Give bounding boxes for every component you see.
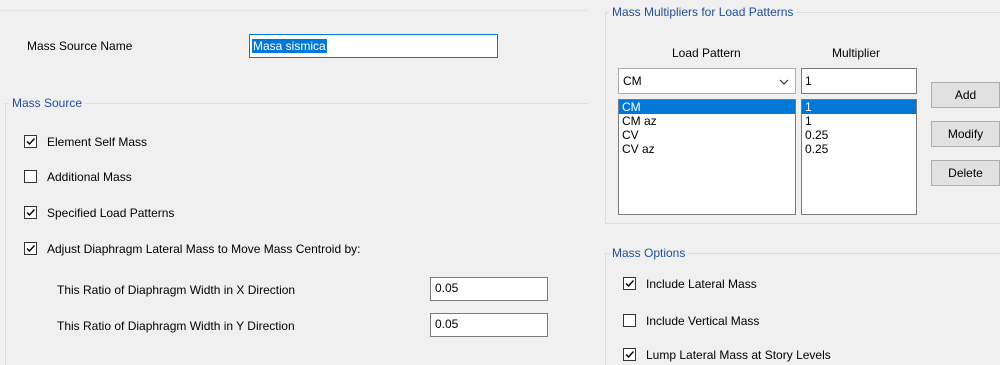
list-item[interactable]: 0.25 bbox=[802, 142, 916, 156]
modify-button[interactable]: Modify bbox=[931, 121, 1000, 147]
mass-multipliers-group-title: Mass Multipliers for Load Patterns bbox=[609, 5, 797, 19]
include-vertical-mass-checkbox[interactable] bbox=[623, 314, 636, 327]
ratio-x-label: This Ratio of Diaphragm Width in X Direc… bbox=[57, 283, 296, 297]
element-self-mass-checkbox[interactable] bbox=[24, 135, 37, 148]
list-item[interactable]: CV bbox=[619, 128, 795, 142]
delete-button[interactable]: Delete bbox=[931, 160, 1000, 186]
mass-source-name-label: Mass Source Name bbox=[27, 39, 133, 53]
checkmark-icon bbox=[26, 209, 36, 217]
list-item[interactable]: 1 bbox=[802, 114, 916, 128]
list-item[interactable]: 1 bbox=[802, 100, 916, 114]
adjust-diaphragm-label: Adjust Diaphragm Lateral Mass to Move Ma… bbox=[47, 242, 361, 256]
load-pattern-dropdown[interactable]: CM bbox=[618, 68, 796, 94]
chevron-down-icon bbox=[779, 79, 789, 85]
ratio-y-field[interactable]: 0.05 bbox=[430, 313, 548, 337]
mass-options-group-title: Mass Options bbox=[609, 246, 689, 260]
include-vertical-mass-label: Include Vertical Mass bbox=[646, 314, 760, 328]
list-item[interactable]: CM az bbox=[619, 114, 795, 128]
right-panel: Mass Multipliers for Load Patterns Load … bbox=[600, 0, 1000, 365]
checkmark-icon bbox=[625, 351, 635, 359]
additional-mass-label: Additional Mass bbox=[47, 170, 132, 184]
ratio-y-label: This Ratio of Diaphragm Width in Y Direc… bbox=[57, 319, 295, 333]
list-item[interactable]: CM bbox=[619, 100, 795, 114]
additional-mass-checkbox[interactable] bbox=[24, 170, 37, 183]
multiplier-column-header: Multiplier bbox=[832, 46, 881, 60]
top-divider bbox=[0, 10, 588, 11]
checkmark-icon bbox=[26, 138, 36, 146]
checkmark-icon bbox=[625, 280, 635, 288]
list-item[interactable]: CV az bbox=[619, 142, 795, 156]
adjust-diaphragm-checkbox[interactable] bbox=[24, 242, 37, 255]
specified-load-patterns-label: Specified Load Patterns bbox=[47, 206, 175, 220]
multiplier-list[interactable]: 1 1 0.25 0.25 bbox=[801, 99, 917, 215]
load-pattern-column-header: Load Pattern bbox=[672, 46, 741, 60]
mass-source-name-field[interactable]: Masa sismica bbox=[249, 34, 498, 58]
load-pattern-dropdown-value: CM bbox=[623, 74, 642, 88]
include-lateral-mass-checkbox[interactable] bbox=[623, 277, 636, 290]
include-lateral-mass-label: Include Lateral Mass bbox=[646, 277, 757, 291]
add-button[interactable]: Add bbox=[931, 82, 1000, 108]
element-self-mass-label: Element Self Mass bbox=[47, 135, 148, 149]
checkmark-icon bbox=[26, 245, 36, 253]
multiplier-input[interactable]: 1 bbox=[801, 68, 917, 94]
ratio-x-field[interactable]: 0.05 bbox=[430, 277, 548, 301]
lump-lateral-mass-checkbox[interactable] bbox=[623, 348, 636, 361]
list-item[interactable]: 0.25 bbox=[802, 128, 916, 142]
lump-lateral-mass-label: Lump Lateral Mass at Story Levels bbox=[646, 348, 831, 362]
left-panel: Mass Source Name Masa sismica Mass Sourc… bbox=[0, 0, 588, 365]
load-pattern-list[interactable]: CM CM az CV CV az bbox=[618, 99, 796, 215]
mass-source-name-value: Masa sismica bbox=[252, 39, 327, 53]
mass-source-group-title: Mass Source bbox=[9, 96, 86, 110]
specified-load-patterns-checkbox[interactable] bbox=[24, 206, 37, 219]
